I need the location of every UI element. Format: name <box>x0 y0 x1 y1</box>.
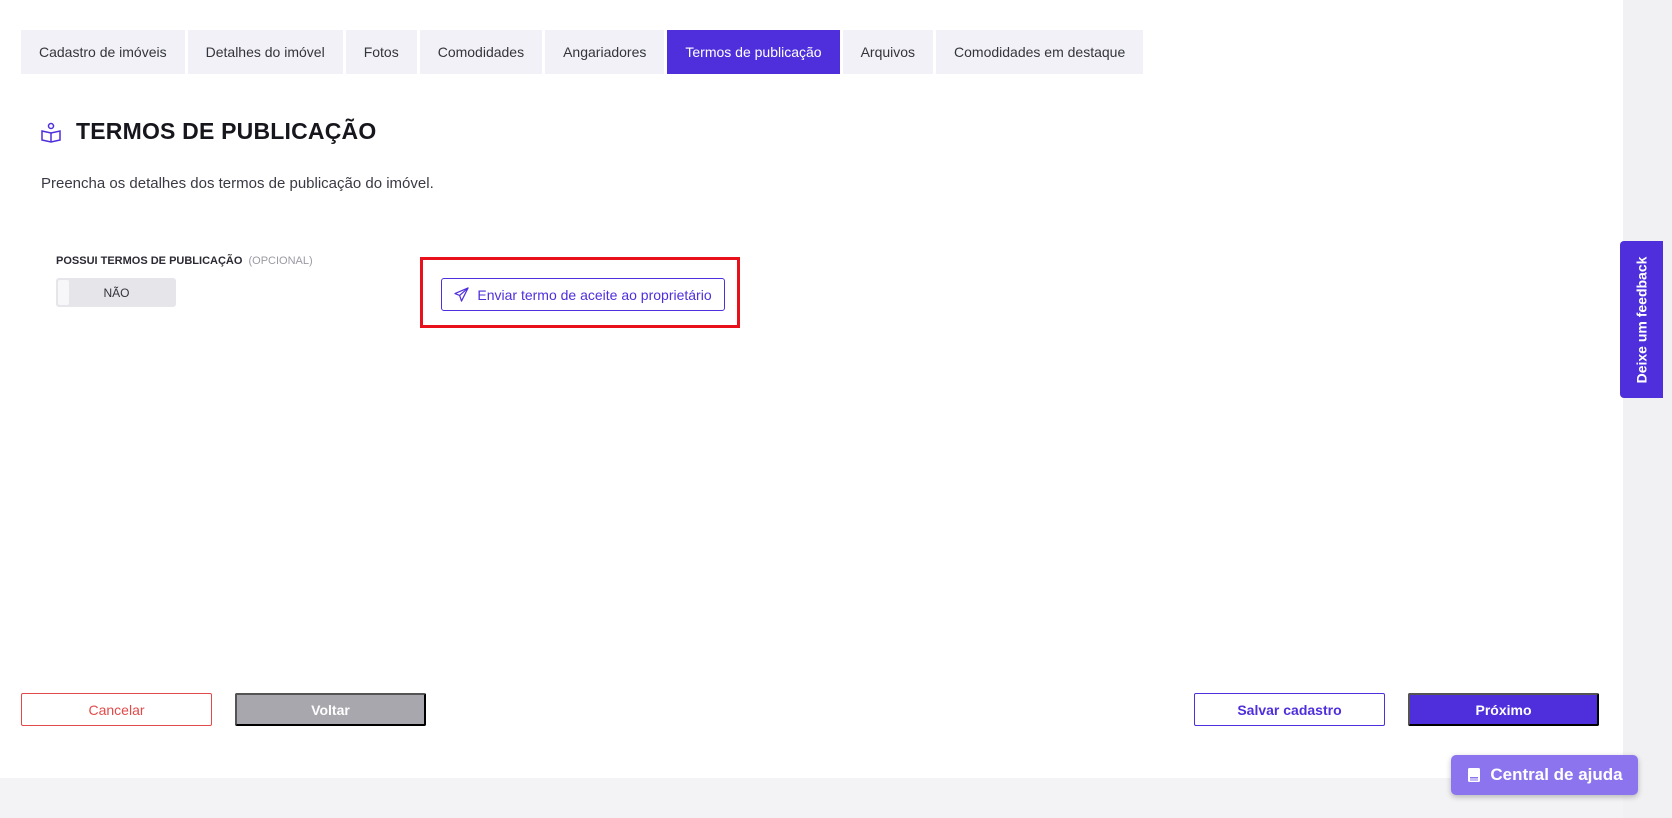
cancel-button[interactable]: Cancelar <box>21 693 212 726</box>
tab-detalhes-imovel[interactable]: Detalhes do imóvel <box>187 30 343 74</box>
section-description: Preencha os detalhes dos termos de publi… <box>41 175 434 192</box>
tab-angariadores[interactable]: Angariadores <box>545 30 665 74</box>
scrollbar[interactable] <box>1623 0 1672 818</box>
toggle-value: NÃO <box>103 285 130 300</box>
book-reader-icon <box>40 121 62 143</box>
tab-comodidades-destaque[interactable]: Comodidades em destaque <box>936 30 1144 74</box>
feedback-tab[interactable]: Deixe um feedback <box>1620 241 1663 398</box>
tab-arquivos[interactable]: Arquivos <box>842 30 934 74</box>
next-button[interactable]: Próximo <box>1408 693 1599 726</box>
publication-terms-toggle[interactable]: NÃO <box>56 278 176 307</box>
optional-tag: (OPCIONAL) <box>248 255 313 267</box>
tab-fotos[interactable]: Fotos <box>345 30 417 74</box>
tab-comodidades[interactable]: Comodidades <box>419 30 543 74</box>
save-registration-button[interactable]: Salvar cadastro <box>1194 693 1385 726</box>
tab-termos-publicacao[interactable]: Termos de publicação <box>667 30 840 74</box>
tab-cadastro-imoveis[interactable]: Cadastro de imóveis <box>21 30 185 74</box>
feedback-label: Deixe um feedback <box>1633 256 1650 383</box>
help-center-button[interactable]: Central de ajuda <box>1451 755 1638 795</box>
page-title: TERMOS DE PUBLICAÇÃO <box>76 118 377 144</box>
field-label-text: POSSUI TERMOS DE PUBLICAÇÃO <box>56 255 243 267</box>
back-button[interactable]: Voltar <box>235 693 426 726</box>
publication-terms-label: POSSUI TERMOS DE PUBLICAÇÃO (OPCIONAL) <box>56 255 313 267</box>
tab-bar: Cadastro de imóveis Detalhes do imóvel F… <box>21 30 1144 74</box>
help-label: Central de ajuda <box>1490 765 1623 784</box>
send-button-label: Enviar termo de aceite ao proprietário <box>477 286 712 303</box>
toggle-knob <box>58 280 69 305</box>
book-icon <box>1466 767 1482 783</box>
page-content: Cadastro de imóveis Detalhes do imóvel F… <box>0 0 1623 778</box>
section-header: TERMOS DE PUBLICAÇÃO <box>40 118 376 145</box>
paper-plane-icon <box>454 287 470 302</box>
send-acceptance-term-button[interactable]: Enviar termo de aceite ao proprietário <box>441 278 725 311</box>
